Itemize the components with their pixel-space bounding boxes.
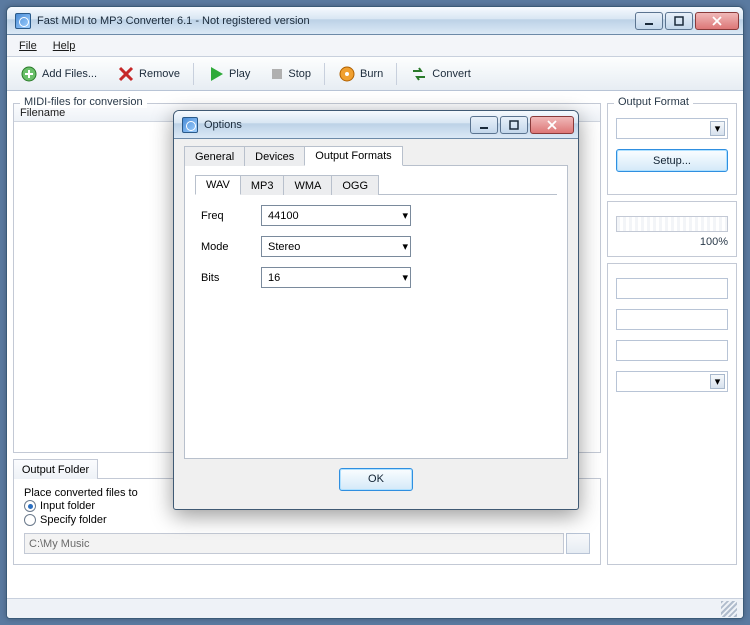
tab-devices[interactable]: Devices [244,146,305,166]
freq-label: Freq [201,210,261,222]
options-dialog: Options General Devices Output Formats W… [173,110,579,510]
dialog-close-button[interactable] [530,116,574,134]
mode-select[interactable]: Stereo ▾ [261,236,411,257]
app-icon [182,117,198,133]
dialog-minimize-button[interactable] [470,116,498,134]
freq-select[interactable]: 44100 ▾ [261,205,411,226]
ok-button[interactable]: OK [339,468,413,491]
format-subtabs: WAV MP3 WMA OGG [195,174,557,195]
mode-label: Mode [201,241,261,253]
subtab-wav[interactable]: WAV [195,175,241,195]
chevron-down-icon: ▾ [402,240,408,253]
output-folder-tab[interactable]: Output Folder [13,459,98,479]
subtab-ogg[interactable]: OGG [331,175,379,195]
subtab-mp3[interactable]: MP3 [240,175,285,195]
subtab-wma[interactable]: WMA [283,175,332,195]
bits-label: Bits [201,272,261,284]
tab-general[interactable]: General [184,146,245,166]
formats-panel: WAV MP3 WMA OGG Freq 44100 ▾ Mode Stereo [184,166,568,459]
dialog-maximize-button[interactable] [500,116,528,134]
dialog-title: Options [204,119,242,131]
chevron-down-icon: ▾ [402,271,408,284]
modal-overlay: Options General Devices Output Formats W… [0,0,750,625]
chevron-down-icon: ▾ [402,209,408,222]
bits-select[interactable]: 16 ▾ [261,267,411,288]
dialog-titlebar[interactable]: Options [174,111,578,139]
tab-output-formats[interactable]: Output Formats [304,146,402,166]
dialog-tabs: General Devices Output Formats [184,145,568,166]
